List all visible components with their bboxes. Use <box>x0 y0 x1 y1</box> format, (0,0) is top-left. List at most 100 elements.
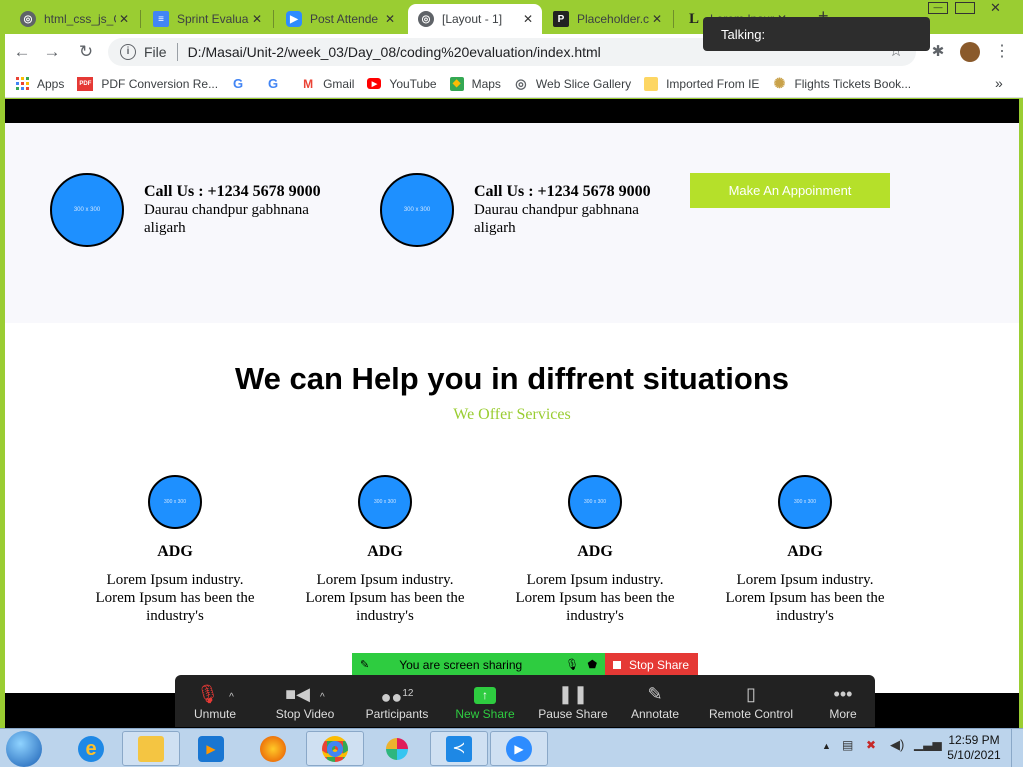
start-button-icon[interactable] <box>6 731 42 767</box>
shield-icon: ⬟ <box>587 659 597 671</box>
bookmark-flights-tickets[interactable]: ✺ Flights Tickets Book... <box>772 75 912 91</box>
call-us-text: Call Us : +1234 5678 9000 <box>144 183 321 200</box>
participants-label: Participants <box>365 707 429 721</box>
apps-grid-icon <box>15 76 29 91</box>
bookmark-youtube[interactable]: ▶ YouTube <box>367 76 437 91</box>
contact-placeholder-image: 300 x 300 <box>380 173 454 247</box>
reload-icon[interactable]: ↻ <box>75 41 97 63</box>
taskbar-firefox[interactable] <box>244 731 302 766</box>
make-appointment-button[interactable]: Make An Appoinment <box>690 173 890 208</box>
bookmark-maps[interactable]: ◆ Maps <box>449 76 501 91</box>
tab-label: [Layout - 1] <box>442 12 503 26</box>
new-share-button[interactable]: ↑ New Share <box>445 681 525 721</box>
address-text: Daurau chandpur gabhnana aligarh <box>144 202 309 236</box>
bookmark-label: PDF Conversion Re... <box>101 76 219 91</box>
service-card: 300 x 300 ADG Lorem Ipsum industry. Lore… <box>295 475 475 625</box>
pause-share-button[interactable]: ❚❚ Pause Share <box>533 681 613 721</box>
tab-layout-1[interactable]: ◎ [Layout - 1] ✕ <box>408 4 542 34</box>
tab-placeholder[interactable]: P Placeholder.c ✕ <box>543 4 671 34</box>
media-player-icon: ▶ <box>198 735 224 762</box>
service-placeholder-image: 300 x 300 <box>148 475 202 529</box>
bookmark-google[interactable]: G <box>231 76 253 91</box>
participants-button[interactable]: ●●12 Participants <box>357 681 437 721</box>
url-text[interactable]: D:/Masai/Unit-2/week_03/Day_08/coding%20… <box>188 44 601 60</box>
contact-info: Call Us : +1234 5678 9000 Daurau chandpu… <box>144 183 344 237</box>
stop-video-button[interactable]: ■◀ ^ Stop Video <box>265 681 345 721</box>
bookmark-apps[interactable]: Apps <box>15 77 64 91</box>
stop-square-icon <box>613 660 621 669</box>
show-desktop-button[interactable] <box>1011 729 1023 767</box>
unmute-button[interactable]: 🎙 ^ Unmute <box>175 681 255 721</box>
bookmarks-overflow-icon[interactable]: » <box>995 75 1003 91</box>
bookmark-pdf-conversion[interactable]: PDF PDF Conversion Re... <box>77 76 219 91</box>
globe-icon: ◎ <box>418 11 434 27</box>
google-icon: G <box>268 76 279 91</box>
service-text: Lorem Ipsum industry. Lorem Ipsum has be… <box>305 572 465 624</box>
service-title: ADG <box>577 543 613 560</box>
slack-icon <box>386 737 408 760</box>
service-card: 300 x 300 ADG Lorem Ipsum industry. Lore… <box>715 475 895 625</box>
forward-arrow-icon[interactable]: → <box>41 41 63 63</box>
stop-share-label: Stop Share <box>629 657 690 672</box>
more-dots-icon: ••• <box>833 684 853 704</box>
bookmark-imported-from-ie[interactable]: Imported From IE <box>644 76 759 91</box>
tray-expand-icon[interactable]: ▲ <box>822 741 831 751</box>
taskbar-file-explorer[interactable] <box>122 731 180 766</box>
windows-taskbar: e ▶ ≺ ▶ ▲ ▤ ✖ ◀) ▁▃▅ 12:59 PM 5/10/2021 <box>0 728 1023 767</box>
service-placeholder-image: 300 x 300 <box>568 475 622 529</box>
zoom-talking-indicator: Talking: <box>703 17 930 51</box>
bookmark-label: YouTube <box>389 76 437 91</box>
taskbar-chrome[interactable] <box>306 731 364 766</box>
tab-sprint-evaluation[interactable]: ≡ Sprint Evalua ✕ <box>143 4 271 34</box>
back-arrow-icon[interactable]: ← <box>11 41 33 63</box>
extensions-puzzle-icon[interactable]: ✱ <box>927 41 949 63</box>
taskbar-vscode[interactable]: ≺ <box>430 731 488 766</box>
globe-icon: ◎ <box>515 75 527 91</box>
close-icon[interactable]: ✕ <box>249 12 265 26</box>
pencil-icon: ✎ <box>647 684 663 704</box>
close-icon[interactable]: ✕ <box>116 12 132 26</box>
remote-control-button[interactable]: ▯ Remote Control <box>699 681 803 721</box>
profile-avatar[interactable] <box>960 42 980 62</box>
taskbar-clock[interactable]: 12:59 PM 5/10/2021 <box>946 733 1002 763</box>
close-icon[interactable]: ✕ <box>382 12 398 26</box>
bookmark-gmail[interactable]: M Gmail <box>301 77 354 91</box>
stop-share-button[interactable]: Stop Share <box>605 653 698 676</box>
close-icon[interactable]: ✕ <box>520 12 536 26</box>
contact-placeholder-image: 300 x 300 <box>50 173 124 247</box>
tab-html-css-js[interactable]: ◎ html_css_js_C ✕ <box>10 4 138 34</box>
kebab-menu-icon[interactable]: ⋮ <box>991 41 1013 63</box>
contact-info: Call Us : +1234 5678 9000 Daurau chandpu… <box>474 183 674 237</box>
internet-explorer-icon: e <box>78 735 104 762</box>
info-icon[interactable]: i <box>120 44 136 60</box>
taskbar-zoom[interactable]: ▶ <box>490 731 548 766</box>
tab-label: Sprint Evalua <box>177 12 249 26</box>
tab-post-attendee[interactable]: ▶ Post Attende ✕ <box>276 4 404 34</box>
taskbar-slack[interactable] <box>368 731 426 766</box>
restore-window-icon[interactable] <box>955 2 975 14</box>
annotate-button[interactable]: ✎ Annotate <box>615 681 695 721</box>
bookmark-google[interactable]: G <box>266 76 288 91</box>
close-icon[interactable]: ✕ <box>649 12 665 26</box>
minimize-window-icon[interactable]: — <box>928 2 948 14</box>
sharing-status: ✎ You are screen sharing 🎙 ⬟ <box>352 653 605 676</box>
close-window-icon[interactable]: ✕ <box>990 0 1001 16</box>
tray-clipboard-icon[interactable]: ▤ <box>842 738 853 752</box>
taskbar-internet-explorer[interactable]: e <box>62 731 120 766</box>
pdf-icon: PDF <box>77 76 94 91</box>
tray-volume-icon[interactable]: ◀) <box>890 737 904 753</box>
contact-section: 300 x 300 Call Us : +1234 5678 9000 Daur… <box>5 123 1019 323</box>
pin-icon[interactable]: ✎ <box>360 658 369 671</box>
bookmark-web-slice-gallery[interactable]: ◎ Web Slice Gallery <box>514 75 631 91</box>
tray-signal-icon[interactable]: ▁▃▅ <box>914 737 942 751</box>
pause-icon: ❚❚ <box>557 684 589 704</box>
firefox-icon <box>260 735 286 762</box>
tab-separator <box>140 10 141 28</box>
taskbar-media-player[interactable]: ▶ <box>182 731 240 766</box>
google-icon: G <box>233 76 244 91</box>
bookmark-label: Flights Tickets Book... <box>794 76 912 91</box>
tray-network-error-icon[interactable]: ✖ <box>866 738 876 752</box>
more-button[interactable]: ••• More <box>803 681 883 721</box>
globe-icon: ◎ <box>20 11 36 27</box>
pause-share-label: Pause Share <box>538 707 608 721</box>
